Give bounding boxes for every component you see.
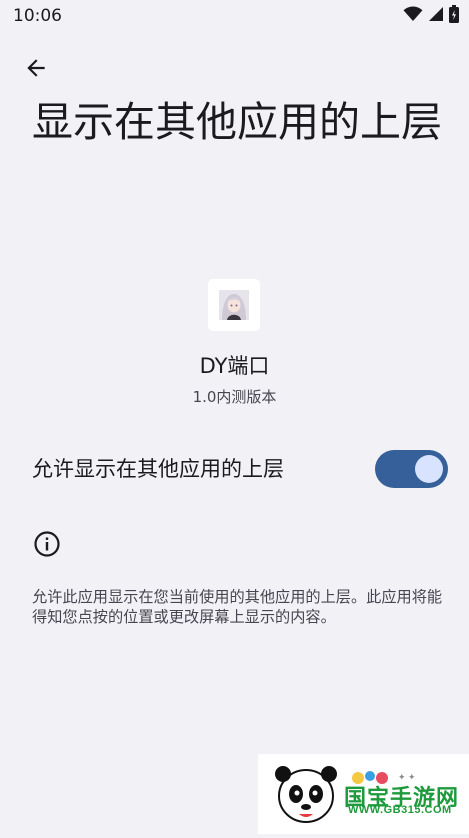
permission-label: 允许显示在其他应用的上层 bbox=[32, 457, 284, 481]
battery-icon bbox=[449, 5, 459, 27]
app-name: DY端口 bbox=[199, 354, 270, 378]
cell-signal-icon bbox=[428, 6, 444, 26]
permission-toggle-row[interactable]: 允许显示在其他应用的上层 bbox=[0, 440, 469, 498]
wifi-icon bbox=[403, 6, 423, 26]
back-button[interactable] bbox=[20, 52, 52, 84]
app-avatar-icon bbox=[219, 290, 249, 320]
arrow-back-icon bbox=[27, 59, 45, 77]
app-version: 1.0内测版本 bbox=[192, 388, 277, 406]
switch-thumb bbox=[415, 455, 443, 483]
status-time: 10:06 bbox=[13, 6, 62, 26]
page-title: 显示在其他应用的上层 bbox=[32, 98, 442, 146]
status-bar: 10:06 bbox=[0, 0, 469, 34]
permission-description: 允许此应用显示在您当前使用的其他应用的上层。此应用将能得知您点按的位置或更改屏幕… bbox=[32, 588, 443, 626]
permission-switch[interactable] bbox=[375, 450, 448, 488]
status-icons bbox=[403, 5, 459, 27]
watermark-site: WWW.GB315.COM bbox=[348, 804, 452, 816]
info-icon bbox=[33, 530, 61, 558]
watermark: ✦ ✦ 国宝手游网 WWW.GB315.COM bbox=[258, 754, 469, 834]
app-icon bbox=[208, 279, 260, 331]
